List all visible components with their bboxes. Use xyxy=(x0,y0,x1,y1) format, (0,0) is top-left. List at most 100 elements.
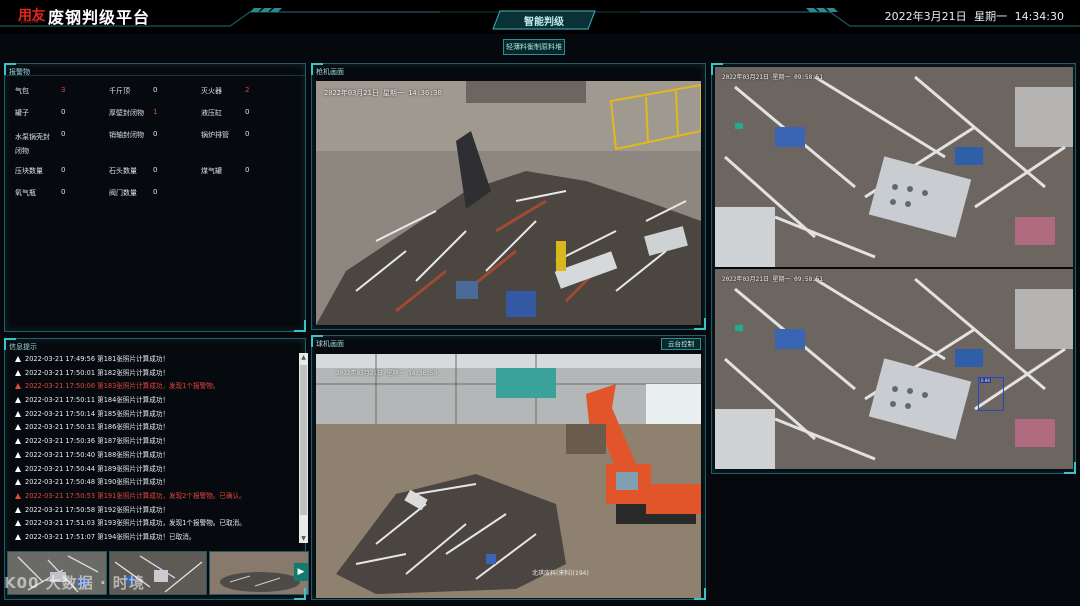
alarm-item-label: 灭火器 xyxy=(201,87,222,95)
alarm-panel: 报警物 气包 3 千斤顶 0 灭火器 2 罐子 0 厚壁封闭物 1 液压缸 0 水泵锅壳封闭物 0 销轴封闭… xyxy=(4,63,306,332)
alarm-item-value: 0 xyxy=(61,166,66,174)
detail-top-osd: 2022年03月21日 星期一 09:58:51 xyxy=(722,74,824,81)
scroll-down-icon[interactable]: ▼ xyxy=(299,534,308,543)
gun-camera-osd: 2022年03月21日 星期一 14:36:30 xyxy=(324,89,442,97)
log-text: 2022-03-21 17:51:03 第193张照片计算成功，发现1个报警物。… xyxy=(25,519,246,528)
log-row: 2022-03-21 17:50:36 第187张照片计算成功！ xyxy=(15,435,297,449)
warning-triangle-icon xyxy=(15,424,21,431)
alarm-item-label: 气包 xyxy=(15,87,29,95)
alarm-item-value: 0 xyxy=(153,86,158,94)
ball-camera-sign: 北琪废料(来料)(194) xyxy=(532,570,589,577)
warning-triangle-icon xyxy=(15,520,21,527)
warning-triangle-icon xyxy=(15,506,21,513)
log-scrollbar[interactable]: ▲ ▼ xyxy=(299,353,308,543)
log-row: 2022-03-21 17:50:40 第188张照片计算成功！ xyxy=(15,449,297,463)
log-list: 2022-03-21 17:49:56 第181张照片计算成功！ 2022-03-… xyxy=(15,353,297,541)
alarm-item-value: 0 xyxy=(153,166,158,174)
alarm-item-value: 3 xyxy=(61,86,66,94)
warning-triangle-icon xyxy=(15,369,21,376)
thumb-next-icon[interactable]: ▶ xyxy=(294,563,308,581)
warning-triangle-icon xyxy=(15,410,21,417)
alarm-item-value: 0 xyxy=(153,130,158,138)
log-row: 2022-03-21 17:50:14 第185张照片计算成功！ xyxy=(15,408,297,422)
log-text: 2022-03-21 17:51:07 第194张照片计算成功！已取消。 xyxy=(25,532,196,541)
log-text: 2022-03-21 17:50:53 第191张照片计算成功，发现2个报警物。… xyxy=(25,491,246,500)
warning-triangle-icon xyxy=(15,451,21,458)
scroll-thumb[interactable] xyxy=(300,365,307,515)
alarm-panel-header xyxy=(5,64,305,76)
log-row: 2022-03-21 17:51:03 第193张照片计算成功，发现1个报警物。… xyxy=(15,517,297,531)
info-panel: 信息提示 2022-03-21 17:49:56 第181张照片计算成功！ 202… xyxy=(4,338,309,600)
log-row: 2022-03-21 17:50:01 第182张照片计算成功！ xyxy=(15,367,297,381)
app-title: 废钢判级平台 xyxy=(48,8,151,27)
scroll-up-icon[interactable]: ▲ xyxy=(299,353,308,362)
detection-box-label: 0.94 xyxy=(980,378,991,383)
alarm-item-label: 销轴封闭物 xyxy=(109,131,144,139)
log-text: 2022-03-21 17:50:11 第184张照片计算成功！ xyxy=(25,396,170,405)
log-text: 2022-03-21 17:50:14 第185张照片计算成功！ xyxy=(25,409,170,418)
warning-triangle-icon xyxy=(15,438,21,445)
alarm-item-label: 氧气瓶 xyxy=(15,189,36,197)
alarm-item-label: 液压缸 xyxy=(201,109,222,117)
log-text: 2022-03-21 17:50:31 第186张照片计算成功！ xyxy=(25,423,170,432)
material-pile-button[interactable]: 轻薄料衡制原料堆 xyxy=(503,39,565,55)
brand-logo-sub: yonyou xyxy=(20,19,39,25)
log-text: 2022-03-21 17:50:01 第182张照片计算成功！ xyxy=(25,368,170,377)
tab-smart-grading[interactable]: 智能判级 xyxy=(492,10,596,30)
alarm-item-label: 千斤顶 xyxy=(109,87,130,95)
alarm-item-label: 锅炉排管 xyxy=(201,131,229,139)
alarm-item-label: 阀门数量 xyxy=(109,189,137,197)
log-text: 2022-03-21 17:50:44 第189张照片计算成功！ xyxy=(25,464,170,473)
log-row: 2022-03-21 17:50:48 第190张照片计算成功！ xyxy=(15,476,297,490)
log-row: 2022-03-21 17:50:53 第191张照片计算成功，发现2个报警物。… xyxy=(15,490,297,504)
alarm-item-label: 水泵锅壳封闭物 xyxy=(15,133,50,155)
log-row: 2022-03-21 17:50:58 第192张照片计算成功！ xyxy=(15,504,297,518)
warning-triangle-icon xyxy=(15,465,21,472)
alarm-item-value: 0 xyxy=(61,130,66,138)
alarm-item-value: 0 xyxy=(245,166,250,174)
gun-camera-panel: 枪机画面 2022年03月21日 星期一 14:36:30 xyxy=(311,63,706,330)
alarm-item-value: 0 xyxy=(61,108,66,116)
header-datetime: 2022年3月21日 星期一 14:34:30 xyxy=(884,10,1064,23)
log-text: 2022-03-21 17:49:56 第181张照片计算成功！ xyxy=(25,355,170,363)
warning-triangle-icon xyxy=(15,383,21,390)
warning-triangle-icon xyxy=(15,533,21,540)
log-row: 2022-03-21 17:50:06 第183张照片计算成功，发现1个报警物。 xyxy=(15,380,297,394)
alarm-item-value: 0 xyxy=(245,130,250,138)
alarm-panel-title: 报警物 xyxy=(9,68,30,76)
log-row: 2022-03-21 17:50:44 第189张照片计算成功！ xyxy=(15,463,297,477)
warning-triangle-icon xyxy=(15,479,21,486)
log-text: 2022-03-21 17:50:48 第190张照片计算成功！ xyxy=(25,478,170,487)
ball-camera-osd: 2022年03月21日 星期一 14:36:50 xyxy=(336,370,438,377)
log-text: 2022-03-21 17:50:06 第183张照片计算成功，发现1个报警物。 xyxy=(25,382,220,391)
detection-box[interactable]: 0.94 xyxy=(978,377,1004,411)
log-text: 2022-03-21 17:50:58 第192张照片计算成功！ xyxy=(25,505,170,514)
gun-camera-feed[interactable] xyxy=(316,81,701,325)
warning-triangle-icon xyxy=(15,492,21,499)
log-row: 2022-03-21 17:50:31 第186张照片计算成功！ xyxy=(15,421,297,435)
alarm-item-label: 厚壁封闭物 xyxy=(109,109,144,117)
alarm-item-value: 2 xyxy=(245,86,250,94)
detail-bottom-osd: 2022年03月21日 星期一 09:58:51 xyxy=(722,276,824,283)
detail-camera-bottom-feed[interactable] xyxy=(715,269,1073,469)
ball-camera-panel: 球机画面 云台控制 2022年03月21日 星期一 14:36:50 北琪废料( xyxy=(311,335,706,600)
warning-triangle-icon xyxy=(15,397,21,404)
ball-camera-feed[interactable] xyxy=(316,354,701,598)
alarm-item-value: 0 xyxy=(245,108,250,116)
alarm-item-label: 压块数量 xyxy=(15,167,43,175)
gun-camera-title: 枪机画面 xyxy=(316,68,344,76)
log-row: 2022-03-21 17:51:07 第194张照片计算成功！已取消。 xyxy=(15,531,297,541)
detail-camera-top-feed[interactable] xyxy=(715,67,1073,267)
ptz-control-button[interactable]: 云台控制 xyxy=(661,338,701,350)
ball-camera-title: 球机画面 xyxy=(316,340,344,348)
alarm-item-value: 0 xyxy=(61,188,66,196)
alarm-item-value: 0 xyxy=(153,188,158,196)
alarm-item-label: 罐子 xyxy=(15,109,29,117)
alarm-item-label: 石头数量 xyxy=(109,167,137,175)
log-text: 2022-03-21 17:50:36 第187张照片计算成功！ xyxy=(25,437,170,446)
watermark: K00 大数据 · 时境 xyxy=(4,574,145,592)
tab-label: 智能判级 xyxy=(524,17,564,28)
info-panel-title: 信息提示 xyxy=(9,343,37,351)
warning-triangle-icon xyxy=(15,356,21,362)
detail-camera-panel: 2022年03月21日 星期一 09:58:51 2022年03月21日 星期一… xyxy=(711,63,1076,474)
